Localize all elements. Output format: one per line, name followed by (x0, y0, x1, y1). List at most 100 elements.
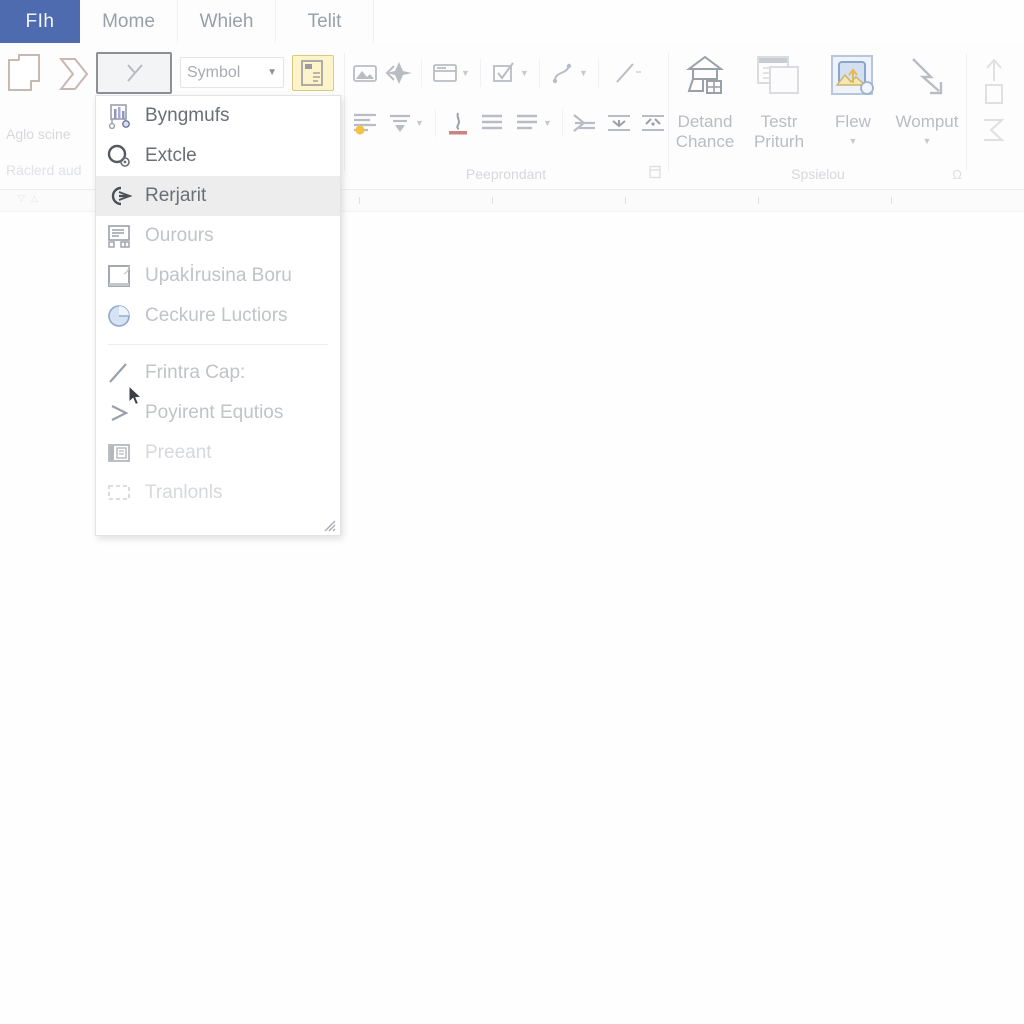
chevron-down-icon[interactable]: ▼ (543, 118, 552, 128)
group-separator (966, 53, 967, 171)
chevron-down-icon[interactable]: ▼ (520, 68, 529, 78)
resize-grip-icon[interactable] (322, 518, 336, 532)
chevron-down-icon[interactable]: ▼ (849, 136, 858, 146)
align-justify-button[interactable]: ▼ (509, 105, 557, 141)
gallery-item-arrow[interactable]: Womput ▼ (890, 51, 964, 146)
align-justify-icon (517, 114, 538, 130)
chevron-down-icon[interactable]: ▼ (923, 136, 932, 146)
indent-left-icon[interactable] (602, 105, 636, 141)
toolbar-divider (480, 59, 481, 87)
tab-insert[interactable]: Whieh (178, 0, 276, 43)
copy-pages-icon[interactable] (6, 53, 46, 102)
chevron-down-icon[interactable]: ▼ (267, 67, 277, 78)
toolbar-divider (421, 59, 422, 87)
chevron-shape-icon[interactable] (56, 53, 92, 102)
dialog-launcher-icon[interactable] (648, 165, 662, 182)
smart-art-icon (679, 51, 731, 108)
ruler-tick (359, 197, 360, 204)
picture-icon[interactable] (348, 55, 382, 91)
menu-item-tranlonls[interactable]: Tranlonls (96, 473, 340, 513)
menu-item-rerjarit[interactable]: Rerjarit (96, 176, 340, 216)
gallery-item-media-label: Flew (835, 112, 871, 131)
menu-item-label: Preeant (145, 442, 212, 463)
ruler-tick (891, 197, 892, 204)
sparkle-shape-icon[interactable] (382, 55, 416, 91)
checkbox-tick-button[interactable]: ▼ (486, 55, 534, 91)
menu-item-label: Ceckure Luctiors (145, 305, 288, 326)
menu-item-label: Tranlonls (145, 482, 223, 503)
align-left-icon[interactable] (348, 105, 382, 141)
styles-gallery: Detand Chance Testr Priturh Flew ▼ Wompu… (668, 51, 964, 152)
gallery-item-windows-label: Testr Priturh (753, 112, 805, 152)
font-dropdown-toggle-button[interactable] (96, 52, 172, 94)
table-insert-button[interactable]: ▼ (427, 55, 475, 91)
chart-object-icon (106, 103, 132, 129)
gallery-item-smartart-label: Detand Chance (675, 112, 735, 152)
gallery-item-windows[interactable]: Testr Priturh (742, 51, 816, 152)
ruler-tick (625, 197, 626, 204)
gallery-item-media[interactable]: Flew ▼ (816, 51, 890, 146)
media-frame-icon (827, 51, 879, 108)
font-family-combo[interactable]: Symbol ▼ (180, 57, 284, 88)
ribbon-group-paragraph: ▼ ▼ ▼ ▼ ▼ Peeprondant (344, 43, 668, 190)
diagonal-line-icon (616, 63, 641, 83)
dashed-box-icon (106, 480, 132, 506)
arrow-bend-icon (901, 51, 953, 108)
indent-right-icon[interactable] (636, 105, 670, 141)
indent-marker-icon[interactable]: ▽ (18, 193, 25, 204)
chevron-down-icon[interactable]: ▼ (415, 118, 424, 128)
menu-item-extcle[interactable]: Extcle (96, 136, 340, 176)
clipboard-group-sublabel: Räclerd aud (6, 162, 82, 178)
tab-file[interactable]: FIh (0, 0, 80, 43)
checkbox-tick-icon (493, 62, 514, 82)
indent-marker-icon[interactable]: △ (31, 193, 38, 204)
menu-item-label: Upakİrusina Boru (145, 265, 292, 286)
ruler-tick (492, 197, 493, 204)
clipboard-buttons (6, 53, 92, 102)
menu-item-label: Rerjarit (145, 185, 207, 206)
slide-panel-icon (106, 440, 132, 466)
insert-object-menu[interactable]: Byngmufs Extcle Rerjarit Ourours Upakİru… (95, 95, 341, 536)
text-color-icon[interactable] (441, 105, 475, 141)
pen-stroke-icon (106, 360, 132, 386)
toolbar-divider (435, 109, 436, 137)
align-filter-button[interactable]: ▼ (382, 105, 430, 141)
table-insert-icon (433, 64, 457, 82)
menu-item-ceckure-luctiors[interactable]: Ceckure Luctiors (96, 296, 340, 336)
menu-item-label: Ourours (145, 225, 214, 246)
pie-chart-icon (106, 303, 132, 329)
menu-item-label: Poyirent Equtios (145, 402, 284, 423)
arrow-up-box-icon[interactable] (976, 57, 1012, 118)
sigma-icon[interactable] (978, 117, 1008, 148)
ribbon-group-styles: Detand Chance Testr Priturh Flew ▼ Wompu… (668, 43, 968, 190)
menu-item-upakirusina-boru[interactable]: Upakİrusina Boru (96, 256, 340, 296)
tab-strip-filler (374, 0, 1024, 43)
chevron-down-icon[interactable]: ▼ (461, 68, 470, 78)
paragraph-row-one: ▼ ▼ ▼ (348, 55, 652, 91)
symbol-insert-button[interactable] (292, 55, 334, 91)
menu-item-byngmufs[interactable]: Byngmufs (96, 96, 340, 136)
line-spacing-icon[interactable] (568, 105, 602, 141)
tab-layout[interactable]: Telit (276, 0, 374, 43)
circle-badge-icon (106, 143, 132, 169)
font-family-value: Symbol (187, 63, 241, 81)
toolbar-divider (598, 59, 599, 87)
tab-home[interactable]: Mome (80, 0, 178, 43)
ribbon-group-editing (968, 43, 1024, 190)
diagonal-line-button[interactable] (604, 55, 652, 91)
gallery-item-smartart[interactable]: Detand Chance (668, 51, 742, 152)
form-fields-icon (106, 223, 132, 249)
mouse-pointer-icon (128, 384, 144, 412)
clipboard-group-label: Aglo scine (6, 126, 71, 142)
symbol-insert-icon (301, 60, 323, 86)
connector-line-button[interactable]: ▼ (545, 55, 593, 91)
slash-glyph-icon (127, 64, 143, 82)
omega-symbol-icon[interactable]: Ω (952, 167, 962, 182)
align-center-icon[interactable] (475, 105, 509, 141)
menu-item-preeant[interactable]: Preeant (96, 433, 340, 473)
menu-item-ourours[interactable]: Ourours (96, 216, 340, 256)
toolbar-divider (539, 59, 540, 87)
chevron-down-icon[interactable]: ▼ (579, 68, 588, 78)
toolbar-divider (562, 109, 563, 137)
window-stack-icon (753, 51, 805, 108)
